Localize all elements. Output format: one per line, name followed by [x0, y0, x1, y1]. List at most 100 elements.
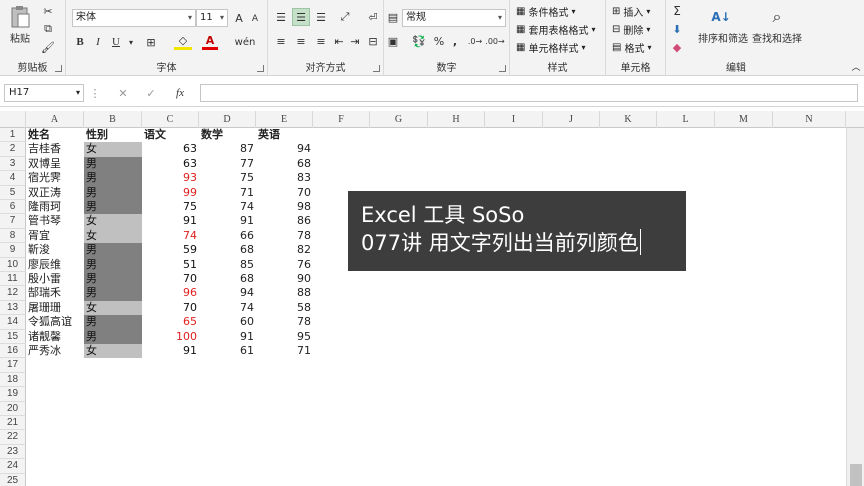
- english-score-cell[interactable]: 90: [256, 272, 313, 286]
- gender-cell[interactable]: 男: [84, 200, 142, 215]
- number-launcher-icon[interactable]: [499, 65, 506, 72]
- fill-icon[interactable]: ⬇: [670, 22, 684, 36]
- increase-indent-icon[interactable]: ⇥: [348, 32, 362, 50]
- name-cell[interactable]: 隆雨珂: [26, 200, 84, 214]
- column-header[interactable]: H: [428, 111, 485, 128]
- row-header[interactable]: 9: [0, 243, 26, 258]
- vertical-scrollbar[interactable]: [846, 128, 864, 486]
- math-score-cell[interactable]: 75: [199, 171, 256, 185]
- row-header[interactable]: 4: [0, 171, 26, 186]
- column-header[interactable]: M: [715, 111, 773, 128]
- font-name-select[interactable]: 宋体 ▾: [72, 9, 196, 27]
- increase-decimal-icon[interactable]: .0→: [466, 32, 484, 50]
- cell-styles-button[interactable]: ▦ 单元格样式 ▾: [516, 40, 585, 55]
- grow-font-icon[interactable]: A: [232, 10, 246, 26]
- row-header[interactable]: 7: [0, 214, 26, 229]
- chinese-score-cell[interactable]: 70: [142, 301, 199, 315]
- chinese-score-cell[interactable]: 75: [142, 200, 199, 214]
- gender-cell[interactable]: 女: [84, 344, 142, 359]
- gender-cell[interactable]: 女: [84, 214, 142, 229]
- row-header[interactable]: 25: [0, 473, 26, 486]
- chevron-down-icon[interactable]: ▾: [126, 34, 136, 50]
- name-cell[interactable]: 郜瑞禾: [26, 286, 84, 300]
- row-header[interactable]: 12: [0, 286, 26, 301]
- header-cell[interactable]: 数学: [199, 128, 256, 142]
- chinese-score-cell[interactable]: 91: [142, 214, 199, 228]
- gender-cell[interactable]: 男: [84, 286, 142, 301]
- wrap-text-icon[interactable]: ⏎: [364, 8, 382, 26]
- row-header[interactable]: 15: [0, 329, 26, 344]
- autosum-button[interactable]: Σ: [670, 4, 684, 18]
- chinese-score-cell[interactable]: 63: [142, 142, 199, 156]
- chinese-score-cell[interactable]: 96: [142, 286, 199, 300]
- cancel-icon[interactable]: ✕: [114, 85, 132, 101]
- paste-button[interactable]: 粘贴: [4, 30, 36, 45]
- math-score-cell[interactable]: 61: [199, 344, 256, 358]
- align-right-icon[interactable]: ≡: [312, 32, 330, 50]
- math-score-cell[interactable]: 91: [199, 330, 256, 344]
- english-score-cell[interactable]: 76: [256, 258, 313, 272]
- comma-button[interactable]: ,: [448, 32, 462, 50]
- name-cell[interactable]: 严秀冰: [26, 344, 84, 358]
- english-score-cell[interactable]: 78: [256, 229, 313, 243]
- row-header[interactable]: 16: [0, 344, 26, 359]
- column-header[interactable]: D: [199, 111, 256, 128]
- orientation-icon[interactable]: ⤢: [336, 8, 354, 26]
- english-score-cell[interactable]: 86: [256, 214, 313, 228]
- column-header[interactable]: K: [600, 111, 657, 128]
- row-header[interactable]: 10: [0, 257, 26, 272]
- align-top-icon[interactable]: ☰: [272, 8, 290, 26]
- column-header[interactable]: B: [84, 111, 142, 128]
- column-header[interactable]: G: [370, 111, 428, 128]
- chinese-score-cell[interactable]: 59: [142, 243, 199, 257]
- gender-cell[interactable]: 男: [84, 171, 142, 186]
- english-score-cell[interactable]: 83: [256, 171, 313, 185]
- chinese-score-cell[interactable]: 51: [142, 258, 199, 272]
- select-all-corner[interactable]: [0, 111, 26, 128]
- row-header[interactable]: 6: [0, 200, 26, 215]
- clear-icon[interactable]: ◆: [670, 40, 684, 54]
- row-header[interactable]: 18: [0, 372, 26, 388]
- english-score-cell[interactable]: 78: [256, 315, 313, 329]
- math-score-cell[interactable]: 66: [199, 229, 256, 243]
- chinese-score-cell[interactable]: 74: [142, 229, 199, 243]
- chinese-score-cell[interactable]: 91: [142, 344, 199, 358]
- chinese-score-cell[interactable]: 63: [142, 157, 199, 171]
- font-color-icon[interactable]: A: [202, 34, 218, 50]
- bold-button[interactable]: B: [72, 34, 88, 50]
- row-header[interactable]: 24: [0, 459, 26, 474]
- name-cell[interactable]: 屠珊珊: [26, 301, 84, 315]
- english-score-cell[interactable]: 88: [256, 286, 313, 300]
- format-table-button[interactable]: ▦ 套用表格格式 ▾: [516, 22, 595, 37]
- percent-button[interactable]: %: [432, 32, 446, 50]
- gender-cell[interactable]: 男: [84, 257, 142, 272]
- english-score-cell[interactable]: 71: [256, 344, 313, 358]
- gender-cell[interactable]: 女: [84, 300, 142, 316]
- column-header[interactable]: J: [543, 111, 600, 128]
- underline-button[interactable]: U: [108, 34, 124, 50]
- math-score-cell[interactable]: 91: [199, 214, 256, 228]
- align-middle-icon[interactable]: ☰: [292, 8, 310, 26]
- merge-center-icon[interactable]: ⊟: [364, 32, 382, 50]
- name-cell[interactable]: 靳浚: [26, 243, 84, 257]
- row-header[interactable]: 5: [0, 185, 26, 200]
- align-left-icon[interactable]: ≡: [272, 32, 290, 50]
- math-score-cell[interactable]: 74: [199, 301, 256, 315]
- gender-cell[interactable]: 男: [84, 156, 142, 172]
- row-header[interactable]: 8: [0, 228, 26, 244]
- alignment-launcher-icon[interactable]: [373, 65, 380, 72]
- gender-cell[interactable]: 男: [84, 243, 142, 258]
- name-cell[interactable]: 管书琴: [26, 214, 84, 228]
- math-score-cell[interactable]: 77: [199, 157, 256, 171]
- delete-button[interactable]: ⊟ 删除 ▾: [612, 22, 650, 37]
- phonetic-icon[interactable]: wén: [235, 34, 256, 50]
- chinese-score-cell[interactable]: 100: [142, 330, 199, 344]
- name-cell[interactable]: 诸靓馨: [26, 330, 84, 344]
- english-score-cell[interactable]: 70: [256, 186, 313, 200]
- decrease-decimal-icon[interactable]: .00→: [485, 32, 504, 50]
- insert-button[interactable]: ⊞ 插入 ▾: [612, 4, 650, 19]
- clipboard-launcher-icon[interactable]: [55, 65, 62, 72]
- gender-cell[interactable]: 女: [84, 142, 142, 157]
- english-score-cell[interactable]: 58: [256, 301, 313, 315]
- math-score-cell[interactable]: 74: [199, 200, 256, 214]
